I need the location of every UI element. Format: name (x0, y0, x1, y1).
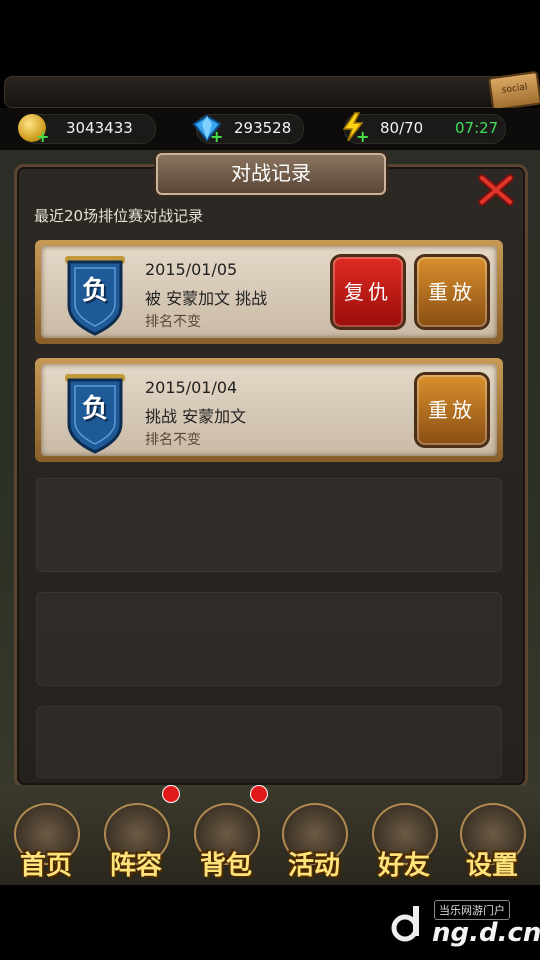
nav-events[interactable]: 活动 (270, 795, 358, 885)
defeat-shield-icon: 负 (65, 372, 125, 456)
nav-label: 背包 (199, 851, 252, 881)
battle-record-row: 负 2015/01/05 被 安蒙加文 挑战 排名不变 复仇 重放 (35, 240, 503, 344)
energy-amount: 80/70 (380, 119, 424, 137)
nav-settings[interactable]: 设置 (448, 795, 536, 885)
record-body: 负 2015/01/04 挑战 安蒙加文 排名不变 重放 (41, 364, 497, 456)
top-black-bar (0, 0, 540, 76)
record-date: 2015/01/05 (145, 260, 238, 279)
scroll-tag-icon[interactable]: social (487, 70, 540, 112)
panel-subtitle: 最近20场排位赛对战记录 (34, 207, 204, 225)
notification-badge (162, 785, 180, 803)
add-energy-icon[interactable]: + (356, 129, 370, 145)
close-icon[interactable] (476, 172, 516, 208)
obscured-list-item (36, 478, 502, 572)
result-label: 负 (81, 394, 108, 424)
battle-record-row: 负 2015/01/04 挑战 安蒙加文 排名不变 重放 (35, 358, 503, 462)
watermark-logo-icon (390, 904, 424, 942)
revenge-button[interactable]: 复仇 (333, 257, 403, 327)
notification-badge (250, 785, 268, 803)
defeat-shield-icon: 负 (65, 254, 125, 338)
nav-friends[interactable]: 好友 (360, 795, 448, 885)
result-label: 负 (81, 276, 108, 306)
nav-bag[interactable]: 背包 (182, 785, 270, 885)
record-rank-change: 排名不变 (145, 314, 201, 330)
nav-label: 设置 (465, 851, 518, 881)
record-description: 挑战 安蒙加文 (145, 407, 247, 426)
record-body: 负 2015/01/05 被 安蒙加文 挑战 排名不变 复仇 重放 (41, 246, 497, 338)
add-gold-icon[interactable]: + (36, 129, 50, 145)
watermark-url: ng.d.cn (432, 918, 540, 948)
gold-amount: 3043433 (66, 119, 133, 137)
nav-label: 活动 (287, 851, 340, 881)
record-date: 2015/01/04 (145, 378, 238, 397)
record-rank-change: 排名不变 (145, 432, 201, 448)
top-info-strip (4, 76, 506, 108)
watermark-tag: 当乐网游门户 (434, 900, 510, 920)
nav-label: 首页 (19, 851, 72, 881)
nav-label: 好友 (377, 851, 430, 881)
record-description: 被 安蒙加文 挑战 (145, 289, 268, 308)
replay-button[interactable]: 重放 (417, 257, 487, 327)
replay-button[interactable]: 重放 (417, 375, 487, 445)
add-diamond-icon[interactable]: + (210, 129, 224, 145)
energy-timer: 07:27 (455, 119, 499, 137)
panel-title: 对战记录 (156, 153, 386, 195)
obscured-list-item (36, 592, 502, 686)
obscured-list-item (36, 706, 502, 778)
diamond-amount: 293528 (234, 119, 292, 137)
nav-home[interactable]: 首页 (2, 795, 90, 885)
nav-label: 阵容 (109, 851, 162, 881)
nav-lineup[interactable]: 阵容 (92, 785, 180, 885)
